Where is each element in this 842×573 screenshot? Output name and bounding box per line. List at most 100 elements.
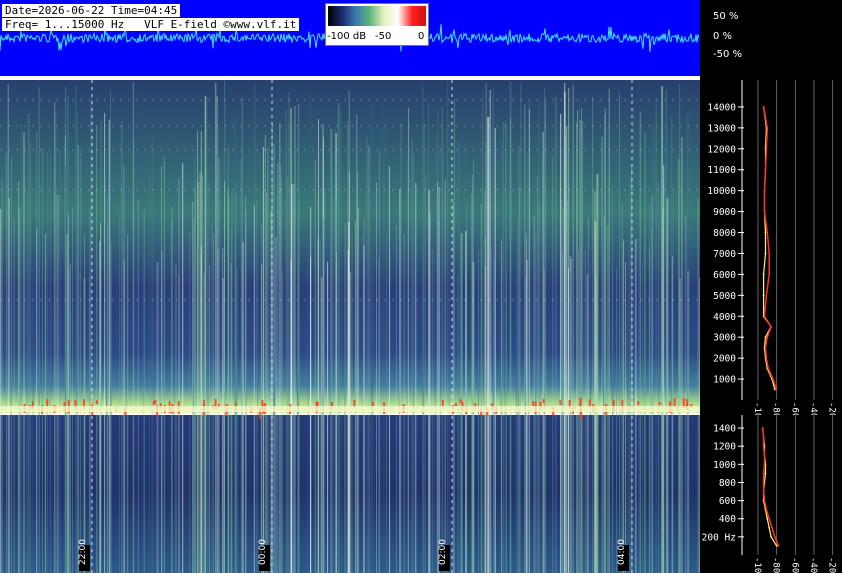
spectrogram-streak — [211, 222, 213, 573]
spectrogram-streak — [161, 166, 162, 573]
freq-tick-label: 1400 — [713, 424, 736, 435]
spectrogram-streak — [563, 92, 566, 573]
spectrogram-streak — [644, 227, 646, 573]
spectrum-point — [766, 231, 769, 234]
spectrum-point — [773, 388, 776, 391]
spectrogram-streak — [386, 233, 387, 573]
spectrogram-streak — [335, 202, 337, 573]
spectrogram-streak — [297, 195, 298, 573]
freq-tick-label: 2000 — [713, 354, 736, 365]
spectrum-point — [762, 106, 765, 108]
freq-tick-label: 200 Hz — [702, 532, 736, 543]
spectrogram-streak — [321, 219, 324, 573]
spectrogram-streak — [65, 166, 66, 573]
spectrogram-streak — [1, 168, 3, 573]
spectrogram-streak — [572, 85, 574, 573]
spectrogram-streak — [234, 194, 236, 573]
spectrum-point — [765, 508, 768, 511]
spectrogram-streak — [606, 226, 609, 573]
waveform-label-0: 0 % — [713, 31, 733, 42]
spectrum-point — [766, 336, 769, 339]
freq-tick-label: 8000 — [713, 228, 736, 239]
spectrogram-streak — [236, 268, 238, 573]
spectrum-point — [768, 526, 771, 529]
spectrogram-streak — [362, 236, 364, 573]
spectrogram-streak — [423, 124, 425, 573]
spectrogram-streak — [44, 234, 46, 573]
spectrogram-streak — [366, 137, 368, 573]
spectrogram-streak — [411, 139, 413, 573]
spectrogram-streak — [288, 92, 290, 573]
spectrogram-streak — [520, 83, 522, 573]
spectrogram-streak — [314, 160, 316, 573]
spectrogram-streak — [424, 173, 426, 573]
spectrogram-streak — [671, 256, 673, 573]
spectrogram-streak — [110, 91, 111, 573]
db-tick-label: -60 dB — [789, 557, 799, 573]
spectrum-point — [767, 367, 770, 370]
spectrogram-streak — [41, 148, 43, 573]
spectrogram-streak — [257, 141, 259, 573]
spectrogram-streak — [293, 184, 295, 573]
spectrogram-streak — [307, 259, 309, 573]
spectrogram-streak — [616, 155, 618, 573]
spectrogram-streak — [27, 114, 30, 573]
spectrogram-streak — [526, 260, 528, 573]
time-tick-label: 04:00 — [617, 539, 629, 571]
spectrogram-streak — [108, 120, 110, 573]
spectrogram-streak — [579, 120, 581, 573]
spectrogram-streak — [54, 102, 56, 573]
spectrogram-streak — [18, 182, 20, 573]
spectrogram-streak — [378, 150, 380, 573]
spectrogram-streak — [201, 175, 203, 573]
spectrogram-streak — [285, 109, 287, 573]
spectrogram-streak — [231, 192, 233, 573]
spectrogram-streak — [7, 84, 9, 573]
spectrogram-streak — [46, 152, 48, 573]
freq-tick-label: 12000 — [707, 144, 736, 155]
spectrogram-streak — [662, 208, 664, 573]
spectrogram-streak — [576, 122, 577, 573]
spectrogram-streak — [137, 200, 139, 573]
spectrogram-streak — [502, 122, 504, 573]
freq-tick-label: 1200 — [713, 442, 736, 453]
spectrum-point — [773, 536, 776, 538]
spectrogram-streak — [273, 144, 275, 573]
colorbar-label-min: -100 dB — [327, 31, 367, 42]
spectrogram-streak — [9, 260, 11, 573]
spectrogram-streak — [230, 263, 232, 573]
db-tick-label: -20 dB — [827, 402, 837, 415]
spectrogram-streak — [493, 259, 495, 573]
spectrum-point — [764, 336, 767, 339]
spectrum-point — [762, 472, 765, 475]
spectrogram-streak — [538, 202, 541, 573]
spectrogram-streak — [277, 163, 279, 573]
spectrogram-streak — [121, 121, 123, 573]
spectrum-point — [763, 210, 766, 213]
baseline-glow — [0, 406, 700, 412]
spectrum-point — [764, 346, 767, 349]
sferic-burst — [441, 400, 444, 406]
spectrum-point — [764, 472, 767, 475]
spectrogram-streak — [216, 96, 218, 573]
freq-tick-label: 7000 — [713, 249, 736, 260]
spectrogram-streak — [400, 123, 402, 573]
spectrogram-streak — [290, 108, 292, 573]
spectrogram-streak — [32, 267, 34, 573]
spectrogram-streak — [224, 181, 225, 573]
spectrogram-streak — [357, 208, 359, 573]
sferic-burst — [532, 401, 535, 406]
spectrum-point — [770, 536, 772, 538]
spectrogram-streak — [26, 192, 28, 573]
spectrogram-streak — [430, 271, 432, 573]
spectrogram-streak — [310, 257, 312, 573]
date-time-label: Date=2026-06-22 Time=04:45 — [2, 4, 181, 17]
spectrogram-streak — [517, 219, 519, 573]
spectrogram-streak — [264, 135, 266, 573]
spectrum-point — [765, 147, 768, 150]
spectrogram-streak — [639, 112, 641, 573]
spectrum-point — [764, 231, 767, 234]
spectrogram-streak — [119, 214, 121, 573]
sferic-burst — [588, 399, 591, 406]
spectrogram-streak — [83, 278, 86, 573]
